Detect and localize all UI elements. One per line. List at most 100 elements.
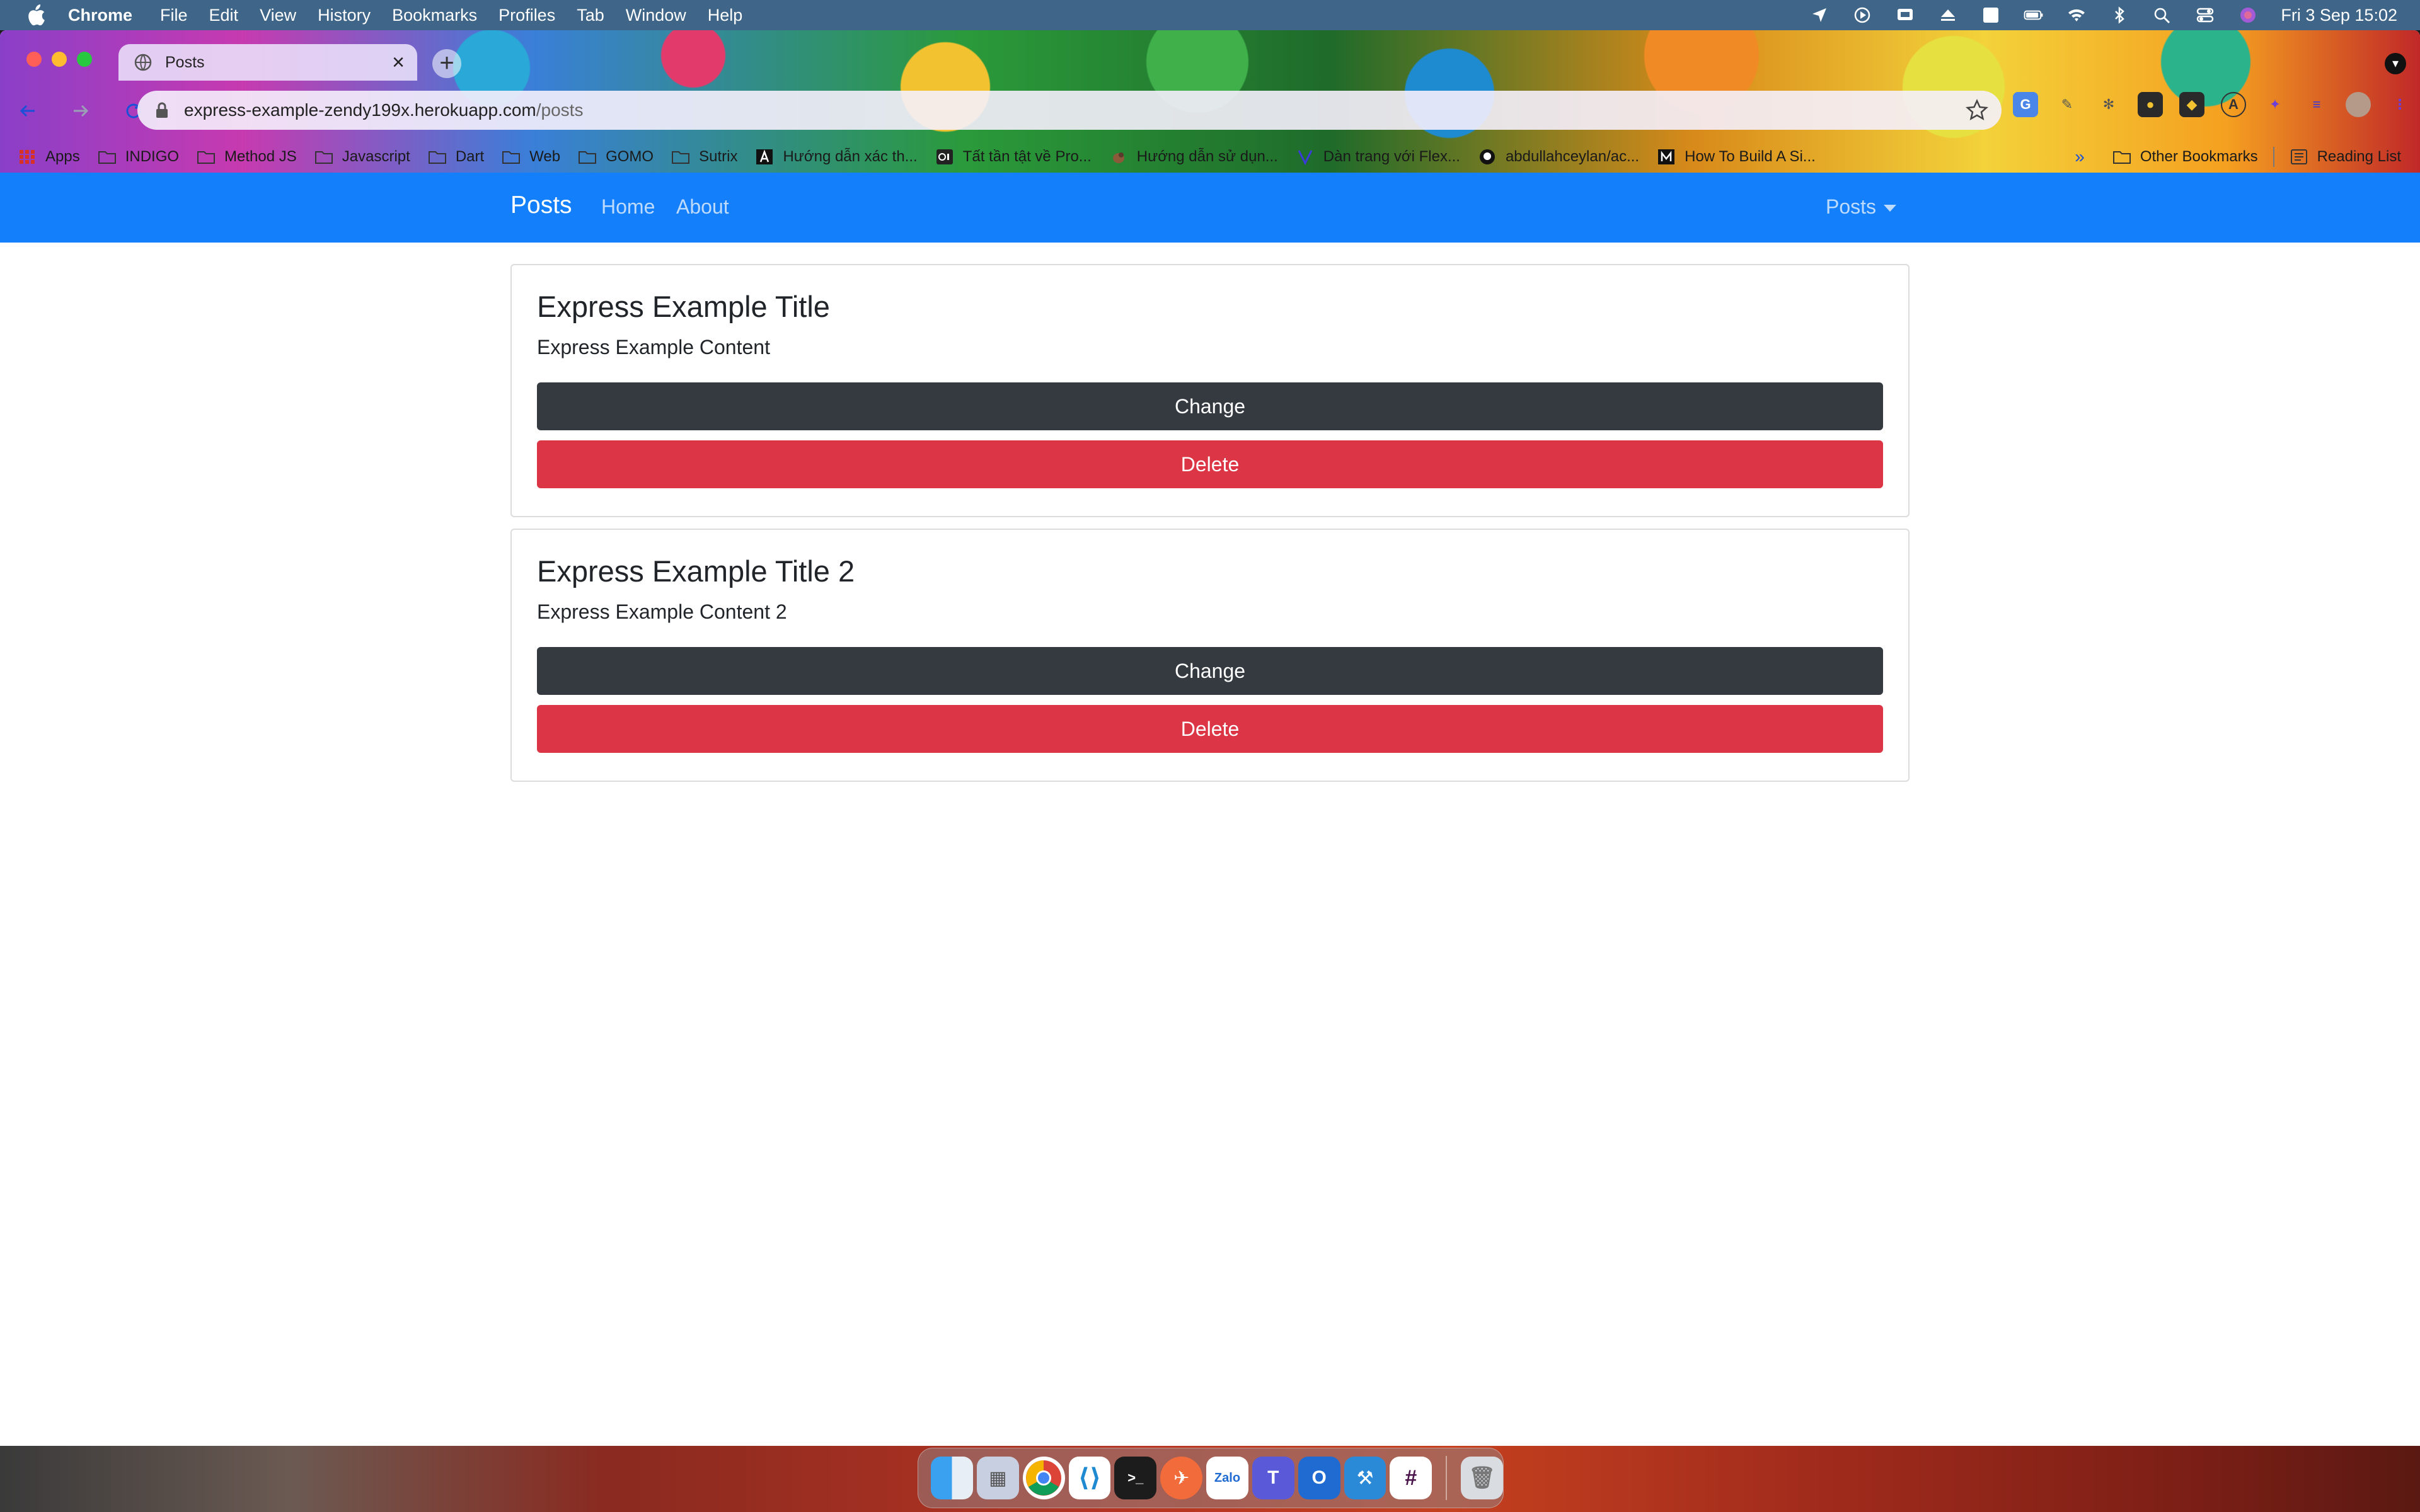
- close-window-button[interactable]: [26, 52, 42, 67]
- honey-icon[interactable]: ●: [2138, 92, 2163, 117]
- apps-grid-icon: [18, 149, 37, 165]
- zoom-window-button[interactable]: [77, 52, 92, 67]
- bookmark-label: Hướng dẫn xác th...: [783, 148, 918, 165]
- trash-icon[interactable]: 🗑: [1461, 1457, 1504, 1499]
- outlook-icon[interactable]: O: [1298, 1457, 1340, 1499]
- tab-close-icon[interactable]: ×: [386, 50, 411, 75]
- reading-list-button[interactable]: Reading List: [2290, 148, 2401, 166]
- metamask-icon[interactable]: ◆: [2179, 92, 2204, 117]
- teams-icon[interactable]: T: [1252, 1457, 1294, 1499]
- bookmark-folder-indigo[interactable]: INDIGO: [98, 148, 179, 166]
- address-bar[interactable]: express-example-zendy199x.herokuapp.com/…: [137, 91, 2002, 130]
- eject-icon[interactable]: [1938, 6, 1958, 25]
- bookmark-label: Javascript: [342, 148, 410, 165]
- cast-icon[interactable]: [1895, 6, 1915, 25]
- chrome-menu-icon[interactable]: ⋮: [2387, 92, 2412, 117]
- delete-button[interactable]: Delete: [537, 705, 1883, 753]
- change-button[interactable]: Change: [537, 647, 1883, 695]
- post-card: Express Example Title Express Example Co…: [510, 264, 1910, 517]
- bookmark-how-to-build[interactable]: How To Build A Si...: [1657, 148, 1816, 166]
- post-card: Express Example Title 2 Express Example …: [510, 529, 1910, 782]
- bookmark-dan-trang-flex[interactable]: Dàn trang với Flex...: [1296, 148, 1460, 166]
- minimize-window-button[interactable]: [52, 52, 67, 67]
- terminal-icon[interactable]: >_: [1114, 1457, 1157, 1499]
- a-logo-icon: [755, 149, 774, 165]
- zalo-icon[interactable]: Zalo: [1206, 1457, 1248, 1499]
- wifi-icon[interactable]: [2066, 6, 2087, 25]
- web-page: Posts Home About Posts Express Example T…: [0, 173, 2420, 1446]
- bookmark-label: Method JS: [224, 148, 297, 165]
- bookmark-apps[interactable]: Apps: [18, 148, 80, 166]
- bookmark-folder-javascript[interactable]: Javascript: [314, 148, 410, 166]
- tab-search-icon[interactable]: ▾: [2385, 53, 2406, 74]
- play-icon[interactable]: [1852, 6, 1872, 25]
- battery-icon[interactable]: [2024, 6, 2044, 25]
- bookmark-folder-gomo[interactable]: GOMO: [578, 148, 654, 166]
- bookmark-folder-dart[interactable]: Dart: [428, 148, 484, 166]
- reading-list-icon[interactable]: ≡: [2304, 92, 2329, 117]
- lock-icon[interactable]: [155, 102, 169, 118]
- menubar-clock[interactable]: Fri 3 Sep 15:02: [2281, 6, 2397, 25]
- react-devtools-icon[interactable]: ✻: [2096, 92, 2121, 117]
- profile-avatar[interactable]: [2346, 92, 2371, 117]
- launchpad-icon[interactable]: ▦: [976, 1457, 1019, 1499]
- forward-icon[interactable]: [67, 97, 95, 125]
- apple-menu-icon[interactable]: [26, 4, 45, 26]
- menu-profiles[interactable]: Profiles: [498, 6, 555, 25]
- extensions-puzzle-icon[interactable]: ✦: [2262, 92, 2288, 117]
- bird-icon: [1109, 149, 1128, 165]
- chrome-theme-frame: Posts × + ▾ express-example-zendy199x.he…: [0, 30, 2420, 173]
- spotlight-icon[interactable]: [2152, 6, 2172, 25]
- bookmark-star-icon[interactable]: [1965, 98, 1989, 122]
- post-title: Express Example Title: [537, 290, 830, 323]
- location-icon[interactable]: [1809, 6, 1829, 25]
- chrome-icon[interactable]: [1022, 1457, 1065, 1499]
- bookmark-other-bookmarks[interactable]: Other Bookmarks: [2112, 148, 2258, 166]
- bookmark-tat-tan-tat[interactable]: Tất tần tật về Pro...: [935, 148, 1092, 166]
- nav-link-home[interactable]: Home: [601, 195, 655, 219]
- google-translate-icon[interactable]: G: [2013, 92, 2038, 117]
- xcode-icon[interactable]: ⚒: [1344, 1457, 1386, 1499]
- menu-app-name[interactable]: Chrome: [68, 6, 132, 25]
- finder-icon[interactable]: [931, 1457, 973, 1499]
- control-center-icon[interactable]: [2195, 6, 2215, 25]
- menu-window[interactable]: Window: [626, 6, 686, 25]
- postman-icon[interactable]: ✈: [1160, 1457, 1203, 1499]
- input-source-icon[interactable]: [1981, 6, 2001, 25]
- back-icon[interactable]: [14, 97, 42, 125]
- v-logo-icon: [1296, 149, 1315, 165]
- bookmark-huong-dan-xac-thuc[interactable]: Hướng dẫn xác th...: [755, 148, 918, 166]
- more-bookmarks-chevron-icon[interactable]: »: [2075, 147, 2085, 167]
- menu-edit[interactable]: Edit: [209, 6, 239, 25]
- bookmark-folder-web[interactable]: Web: [502, 148, 560, 166]
- menu-history[interactable]: History: [318, 6, 371, 25]
- siri-icon[interactable]: [2238, 6, 2258, 25]
- vscode-icon[interactable]: ⟨⟩: [1068, 1457, 1111, 1499]
- bookmark-label: INDIGO: [125, 148, 180, 165]
- menu-view[interactable]: View: [260, 6, 296, 25]
- bookmark-folder-method-js[interactable]: Method JS: [197, 148, 297, 166]
- bookmark-folder-sutrix[interactable]: Sutrix: [671, 148, 737, 166]
- color-picker-icon[interactable]: ✎: [2054, 92, 2080, 117]
- bookmark-label: Reading List: [2317, 148, 2401, 165]
- bluetooth-icon[interactable]: [2109, 6, 2129, 25]
- adblock-icon[interactable]: A: [2221, 92, 2246, 117]
- new-tab-button[interactable]: +: [432, 49, 461, 78]
- bookmark-github[interactable]: abdullahceylan/ac...: [1478, 148, 1639, 166]
- change-button[interactable]: Change: [537, 382, 1883, 430]
- menu-file[interactable]: File: [160, 6, 188, 25]
- menu-bookmarks[interactable]: Bookmarks: [392, 6, 477, 25]
- extensions-row: G ✎ ✻ ● ◆ A ✦ ≡ ⋮: [2013, 92, 2412, 117]
- menu-help[interactable]: Help: [708, 6, 743, 25]
- bookmark-huong-dan-su-dung[interactable]: Hướng dẫn sử dụn...: [1109, 148, 1278, 166]
- posts-dropdown-toggle[interactable]: Posts: [1826, 195, 1897, 219]
- slack-icon[interactable]: #: [1390, 1457, 1432, 1499]
- url-path: /posts: [536, 100, 584, 120]
- navbar-brand[interactable]: Posts: [510, 192, 572, 219]
- url-text: express-example-zendy199x.herokuapp.com/…: [184, 100, 583, 120]
- delete-button[interactable]: Delete: [537, 440, 1883, 488]
- menu-tab[interactable]: Tab: [577, 6, 604, 25]
- nav-link-about[interactable]: About: [676, 195, 729, 219]
- folder-icon: [671, 149, 690, 165]
- tab-posts[interactable]: Posts ×: [118, 44, 417, 81]
